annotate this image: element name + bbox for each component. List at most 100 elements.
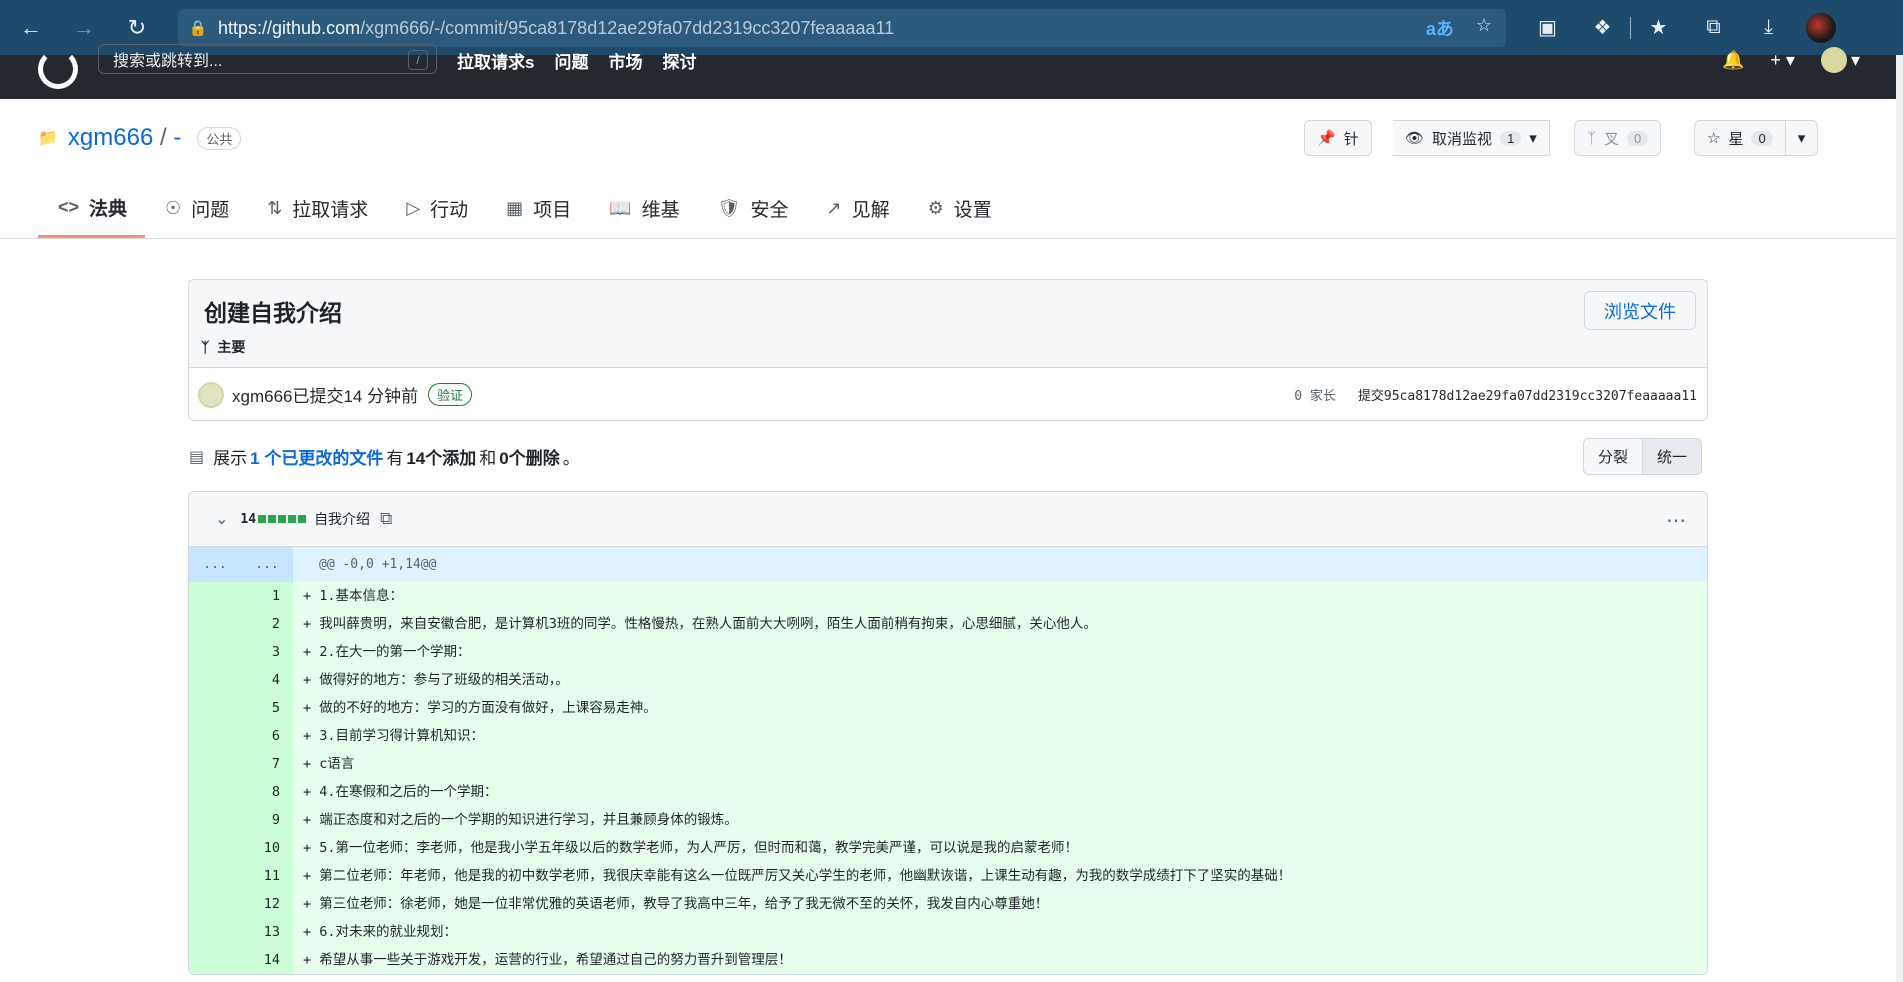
line-code: + 4.在寒假和之后的一个学期：	[293, 778, 1707, 806]
browse-files-button[interactable]: 浏览文件	[1584, 291, 1696, 330]
tab-settings[interactable]: ⚙ 设置	[908, 188, 1010, 228]
repo-name-link[interactable]: -	[173, 124, 181, 151]
new-line-number[interactable]: 1	[241, 582, 293, 610]
commit-meta: xgm666已提交14 分钟前 验证 0 家长 提交95ca8178d12ae2…	[189, 368, 1707, 420]
watch-button[interactable]: 👁 取消监视 1 ▾	[1393, 120, 1550, 156]
nav-marketplace[interactable]: 市场	[608, 48, 642, 73]
summary-additions: 14个添加	[406, 449, 477, 468]
star-count: 0	[1751, 130, 1773, 146]
branch-icon: ᛉ	[201, 339, 210, 355]
new-line-number[interactable]: 10	[241, 834, 293, 862]
translate-icon[interactable]: aあ	[1426, 15, 1454, 41]
header-nav: 拉取请求s 问题 市场 探讨	[457, 48, 696, 73]
diff-lines: 1 + 1.基本信息： 2 + 我叫薛贵明，来自安徽合肥，是计算机3班的同学。性格慢…	[189, 582, 1707, 974]
tab-issues[interactable]: ☉ 问题	[145, 188, 247, 228]
star-list-dropdown[interactable]: ▾	[1785, 120, 1819, 156]
commit-sha: 提交95ca8178d12ae29fa07dd2319cc3207feaaaaa…	[1357, 389, 1697, 404]
hunk-header: ... ... @@ -0,0 +1,14@@	[189, 547, 1707, 582]
split-view-button[interactable]: 分裂	[1583, 438, 1644, 475]
diff-summary: ▤ 展示 1 个已更改的文件 有 14个添加 和 0个删除 。	[189, 444, 580, 469]
summary-end: 。	[562, 449, 580, 468]
copy-icon[interactable]: ⧉	[380, 509, 392, 529]
repo-separator: /	[159, 124, 167, 151]
refresh-icon[interactable]: ↻	[115, 6, 159, 50]
verified-badge[interactable]: 验证	[428, 383, 473, 406]
line-code: + 做得好的地方：参与了班级的相关活动，。	[293, 666, 1707, 694]
diff-line: 1 + 1.基本信息：	[189, 582, 1707, 610]
user-menu[interactable]: ▾	[1820, 47, 1860, 73]
repo-owner-link[interactable]: xgm666	[68, 124, 153, 151]
nav-explore[interactable]: 探讨	[662, 48, 696, 73]
address-bar[interactable]: 🔒 https://github.com/xgm666/-/commit/95c…	[178, 9, 1506, 47]
new-line-number[interactable]: 14	[241, 946, 293, 974]
unified-view-button[interactable]: 统一	[1643, 438, 1703, 475]
branch-link[interactable]: 主要	[217, 337, 245, 357]
expand-up-gutter[interactable]: ...	[189, 547, 241, 582]
tab-pull-requests[interactable]: ⇅ 拉取请求	[247, 188, 386, 228]
new-line-number[interactable]: 7	[241, 750, 293, 778]
summary-deletions: 0个删除	[499, 449, 560, 468]
old-line-number	[189, 834, 241, 862]
diff-line: 4 + 做得好的地方：参与了班级的相关活动，。	[189, 666, 1707, 694]
line-code: + 3.目前学习得计算机知识：	[293, 722, 1707, 750]
avatar[interactable]	[198, 381, 224, 408]
diffstat-bar	[258, 515, 307, 523]
line-code: + 希望从事一些关于游戏开发，运营的行业，希望通过自己的努力晋升到管理层！	[293, 946, 1707, 974]
diff-line: 8 + 4.在寒假和之后的一个学期：	[189, 778, 1707, 806]
chevron-down-icon[interactable]: ⌄	[215, 509, 228, 529]
file-name-link[interactable]: 自我介绍	[314, 509, 370, 529]
star-button[interactable]: ☆ 星 0	[1694, 120, 1786, 156]
github-logo-icon[interactable]	[38, 49, 78, 89]
new-line-number[interactable]: 8	[241, 778, 293, 806]
nav-issues[interactable]: 问题	[554, 48, 588, 73]
commit-header: 创建自我介绍 ᛉ 主要 浏览文件	[189, 280, 1707, 368]
tab-code[interactable]: <> 法典	[38, 188, 146, 238]
search-input[interactable]: 搜索或跳转到... /	[98, 44, 437, 74]
book-icon: 📖	[609, 197, 632, 218]
scrollbar[interactable]	[1896, 55, 1903, 982]
new-line-number[interactable]: 13	[241, 918, 293, 946]
add-favorite-icon[interactable]: ☆	[1476, 15, 1492, 41]
favorites-icon[interactable]: ★	[1631, 0, 1686, 55]
browser-profile-avatar[interactable]	[1806, 12, 1836, 43]
tab-insights[interactable]: ↗ 见解	[807, 188, 908, 228]
pin-button[interactable]: 📌 针	[1304, 120, 1372, 156]
new-line-number[interactable]: 3	[241, 638, 293, 666]
lock-icon[interactable]: 🔒	[178, 19, 218, 37]
visibility-badge: 公共	[197, 126, 242, 150]
old-line-number	[189, 750, 241, 778]
fork-icon: ᛉ	[1587, 129, 1597, 147]
new-line-number[interactable]: 2	[241, 610, 293, 638]
diff-line: 2 + 我叫薛贵明，来自安徽合肥，是计算机3班的同学。性格慢热，在熟人面前大大咧咧…	[189, 610, 1707, 638]
diff-view-toggle: 分裂 统一	[1583, 438, 1703, 475]
new-line-number[interactable]: 4	[241, 666, 293, 694]
forward-icon[interactable]: →	[62, 6, 106, 50]
changed-files-link[interactable]: 1 个已更改的文件	[250, 444, 383, 469]
url-text[interactable]: https://github.com/xgm666/-/commit/95ca8…	[218, 18, 894, 39]
extensions-icon[interactable]: ❖	[1575, 0, 1630, 55]
back-icon[interactable]: ←	[9, 6, 53, 50]
avatar[interactable]	[1820, 47, 1847, 73]
new-line-number[interactable]: 11	[241, 862, 293, 890]
tab-projects[interactable]: ▦ 项目	[486, 188, 589, 228]
new-line-number[interactable]: 6	[241, 722, 293, 750]
reading-view-icon[interactable]: ▣	[1520, 0, 1575, 55]
tab-actions[interactable]: ▷ 行动	[386, 188, 486, 228]
new-line-number[interactable]: 5	[241, 694, 293, 722]
tab-security[interactable]: 🛡 安全	[698, 188, 807, 228]
commit-author-line[interactable]: xgm666已提交14 分钟前	[232, 382, 418, 407]
new-line-number[interactable]: 12	[241, 890, 293, 918]
line-code: + c语言	[293, 750, 1707, 778]
create-new-plus-icon[interactable]: + ▾	[1770, 50, 1795, 71]
kebab-menu-icon[interactable]: ⋯	[1666, 508, 1687, 533]
expand-down-gutter[interactable]: ...	[241, 547, 293, 582]
old-line-number	[189, 918, 241, 946]
nav-pull-requests[interactable]: 拉取请求s	[457, 48, 534, 73]
tab-wiki[interactable]: 📖 维基	[589, 188, 697, 228]
diff-line: 12 + 第三位老师：徐老师，她是一位非常优雅的英语老师，教导了我高中三年，给予了…	[189, 890, 1707, 918]
summary-with: 有	[386, 449, 404, 468]
commit-branch: ᛉ 主要	[201, 337, 245, 357]
new-line-number[interactable]: 9	[241, 806, 293, 834]
fork-button[interactable]: ᛉ叉0	[1574, 120, 1662, 156]
bell-icon[interactable]: 🔔	[1722, 50, 1744, 71]
